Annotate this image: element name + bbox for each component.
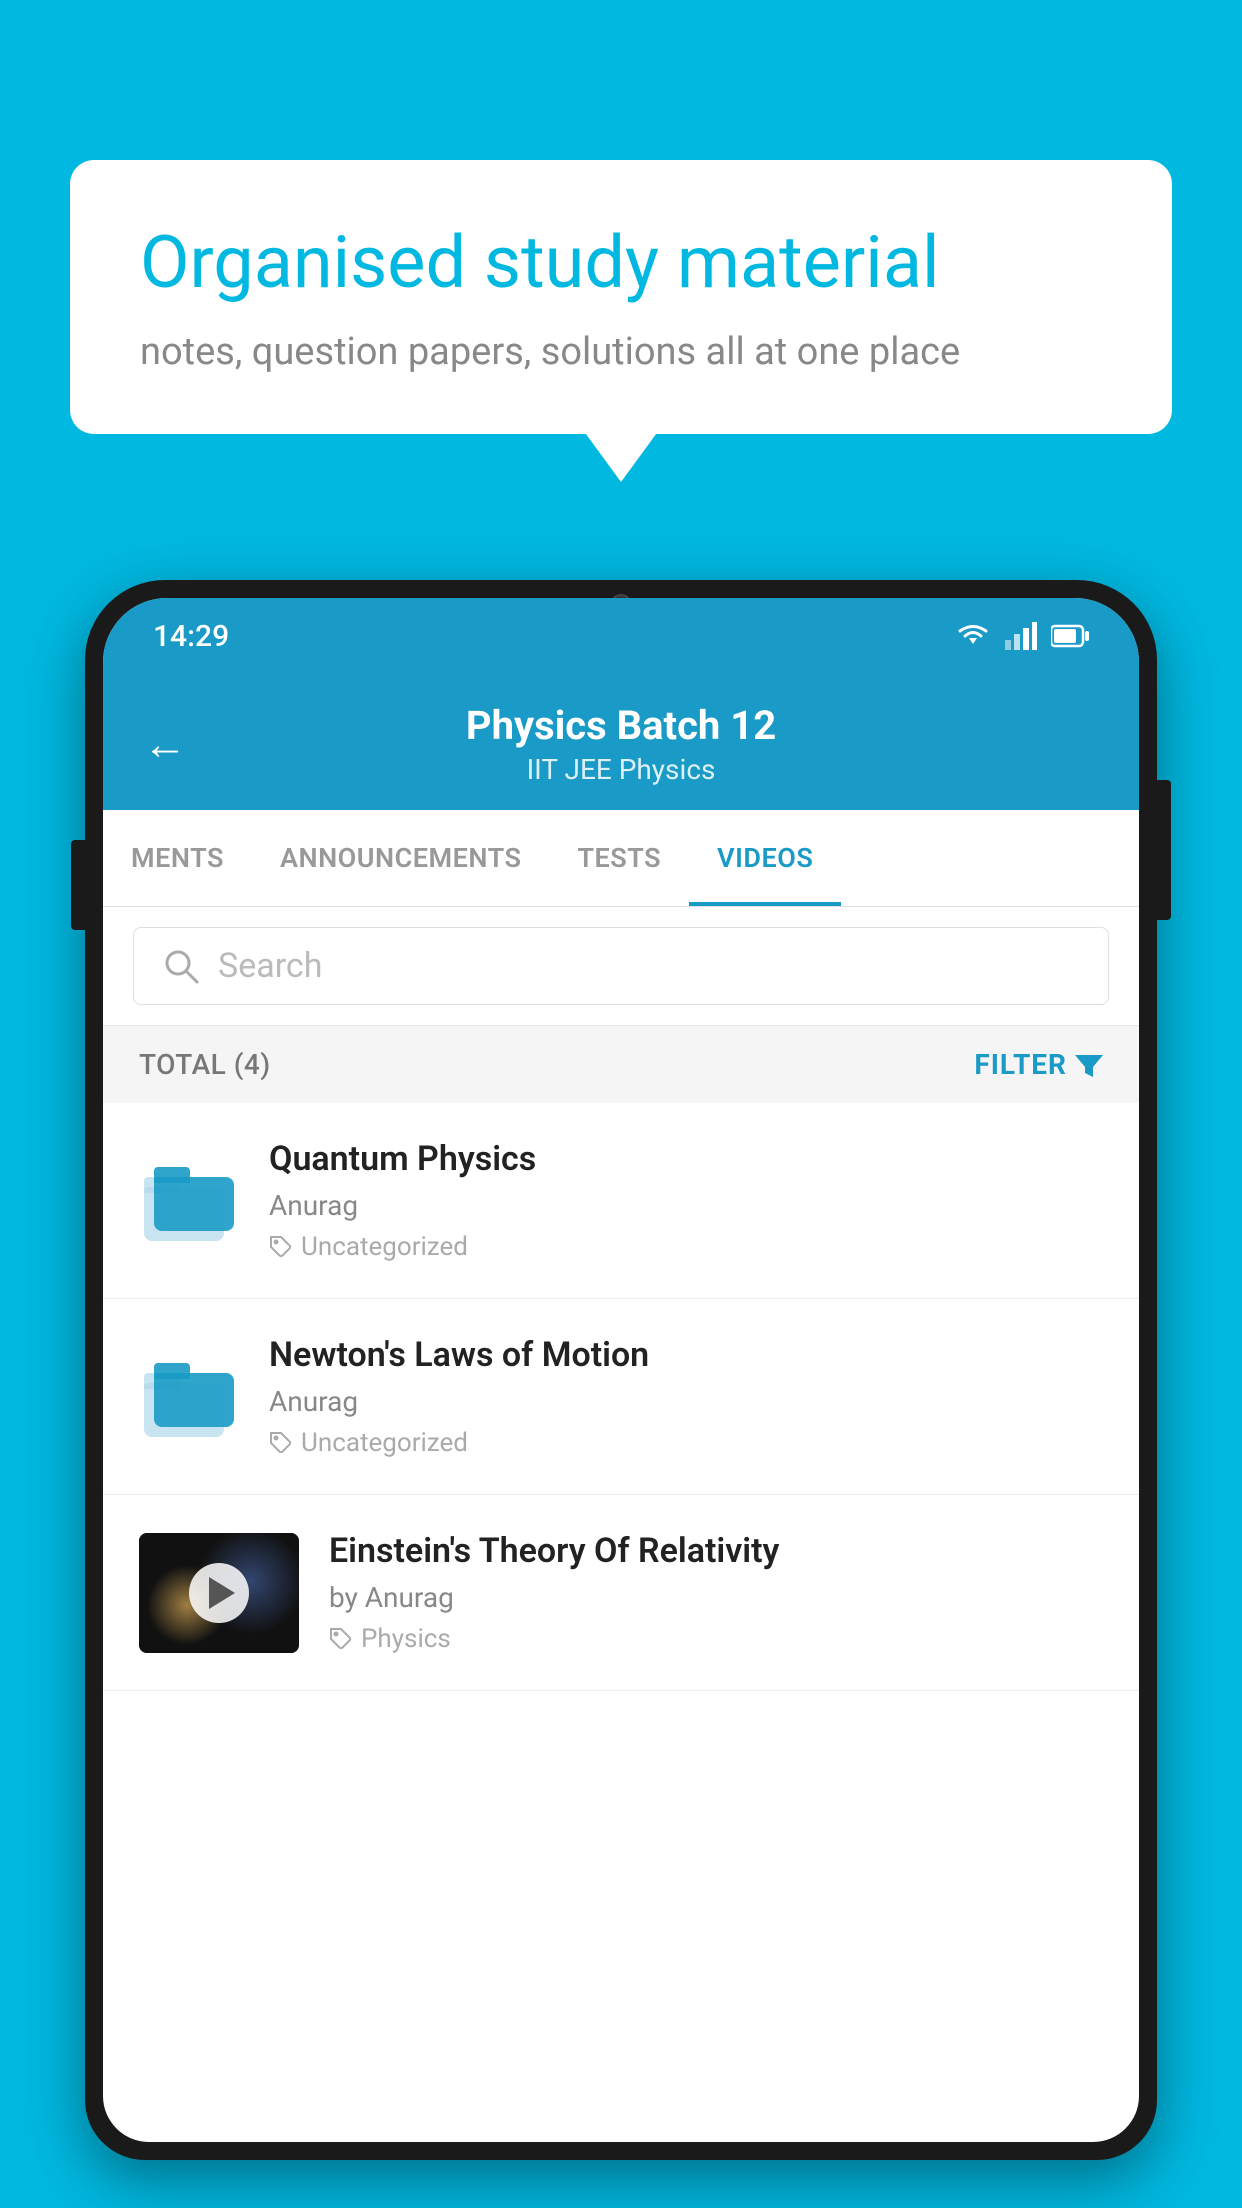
signal-icon bbox=[1005, 622, 1037, 650]
video-author: by Anurag bbox=[329, 1581, 1103, 1614]
header-text: Physics Batch 12 IIT JEE Physics bbox=[217, 702, 1025, 786]
tag-icon bbox=[269, 1235, 293, 1259]
header-title: Physics Batch 12 bbox=[217, 702, 1025, 749]
page-background: Organised study material notes, question… bbox=[0, 0, 1242, 2208]
folder-stack bbox=[144, 1357, 234, 1437]
video-tag: Uncategorized bbox=[269, 1232, 1103, 1262]
list-item[interactable]: Newton's Laws of Motion Anurag Uncategor… bbox=[103, 1299, 1139, 1495]
search-bar[interactable]: Search bbox=[133, 927, 1109, 1005]
tag-icon bbox=[329, 1627, 353, 1651]
search-section: Search bbox=[103, 907, 1139, 1026]
folder-icon-wrap bbox=[139, 1357, 239, 1437]
wifi-icon bbox=[955, 622, 991, 650]
status-time: 14:29 bbox=[153, 619, 229, 654]
list-item[interactable]: Einstein's Theory Of Relativity by Anura… bbox=[103, 1495, 1139, 1691]
battery-icon bbox=[1051, 624, 1089, 648]
list-item[interactable]: Quantum Physics Anurag Uncategorized bbox=[103, 1103, 1139, 1299]
video-list: Quantum Physics Anurag Uncategorized bbox=[103, 1103, 1139, 1691]
video-tag: Uncategorized bbox=[269, 1428, 1103, 1458]
total-count: TOTAL (4) bbox=[139, 1048, 271, 1081]
folder-icon-wrap bbox=[139, 1161, 239, 1241]
status-icons bbox=[955, 622, 1089, 650]
video-title: Einstein's Theory Of Relativity bbox=[329, 1531, 1103, 1571]
video-thumbnail bbox=[139, 1533, 299, 1653]
phone-screen: 14:29 bbox=[103, 598, 1139, 2142]
app-header: ← Physics Batch 12 IIT JEE Physics bbox=[103, 674, 1139, 810]
tabs-bar: MENTS ANNOUNCEMENTS TESTS VIDEOS bbox=[103, 810, 1139, 907]
tab-ments[interactable]: MENTS bbox=[103, 810, 252, 906]
search-icon bbox=[162, 947, 200, 985]
search-placeholder: Search bbox=[218, 946, 322, 986]
video-title: Newton's Laws of Motion bbox=[269, 1335, 1103, 1375]
filter-row: TOTAL (4) FILTER bbox=[103, 1026, 1139, 1103]
filter-button[interactable]: FILTER bbox=[974, 1048, 1103, 1081]
video-tag: Physics bbox=[329, 1624, 1103, 1654]
play-button[interactable] bbox=[189, 1563, 249, 1623]
video-author: Anurag bbox=[269, 1189, 1103, 1222]
video-info: Newton's Laws of Motion Anurag Uncategor… bbox=[269, 1335, 1103, 1458]
phone-mockup: 14:29 bbox=[85, 580, 1157, 2208]
video-info: Quantum Physics Anurag Uncategorized bbox=[269, 1139, 1103, 1262]
bubble-title: Organised study material bbox=[140, 220, 1102, 306]
video-info: Einstein's Theory Of Relativity by Anura… bbox=[329, 1531, 1103, 1654]
play-triangle-icon bbox=[209, 1577, 235, 1609]
header-subtitle: IIT JEE Physics bbox=[217, 753, 1025, 786]
filter-icon bbox=[1075, 1051, 1103, 1079]
bubble-subtitle: notes, question papers, solutions all at… bbox=[140, 330, 1102, 374]
phone-outer: 14:29 bbox=[85, 580, 1157, 2160]
back-button[interactable]: ← bbox=[143, 722, 187, 766]
folder-front-icon bbox=[154, 1167, 234, 1231]
video-title: Quantum Physics bbox=[269, 1139, 1103, 1179]
folder-stack bbox=[144, 1161, 234, 1241]
speech-bubble-container: Organised study material notes, question… bbox=[70, 160, 1172, 434]
folder-front-icon bbox=[154, 1363, 234, 1427]
tab-tests[interactable]: TESTS bbox=[549, 810, 689, 906]
tab-videos[interactable]: VIDEOS bbox=[689, 810, 841, 906]
status-bar: 14:29 bbox=[103, 598, 1139, 674]
tag-icon bbox=[269, 1431, 293, 1455]
speech-bubble: Organised study material notes, question… bbox=[70, 160, 1172, 434]
video-author: Anurag bbox=[269, 1385, 1103, 1418]
tab-announcements[interactable]: ANNOUNCEMENTS bbox=[252, 810, 550, 906]
